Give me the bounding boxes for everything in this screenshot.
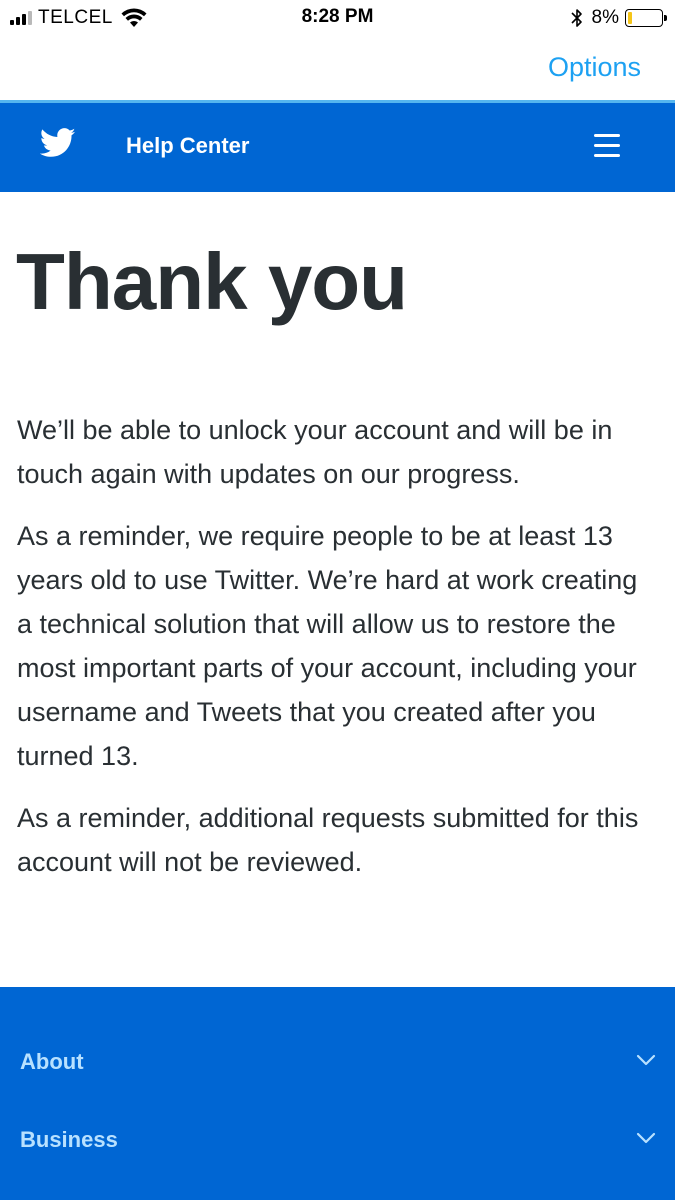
options-button[interactable]: Options xyxy=(548,52,641,83)
hamburger-menu-icon[interactable] xyxy=(592,132,622,160)
status-bar: TELCEL 8:28 PM 8% xyxy=(0,0,675,36)
paragraph-unlock: We’ll be able to unlock your account and… xyxy=(17,415,613,489)
paragraph-age-reminder: As a reminder, we require people to be a… xyxy=(17,521,638,771)
footer-label-business: Business xyxy=(20,1127,118,1152)
message-body: We’ll be able to unlock your account and… xyxy=(17,408,657,902)
battery-icon xyxy=(625,9,667,27)
twitter-bird-icon[interactable] xyxy=(40,127,76,159)
battery-level xyxy=(628,12,632,24)
chevron-down-icon xyxy=(636,1132,656,1144)
chevron-down-icon xyxy=(636,1054,656,1066)
paragraph-no-review: As a reminder, additional requests submi… xyxy=(17,803,639,877)
battery-percent: 8% xyxy=(591,7,619,28)
help-center-header: Help Center xyxy=(0,103,675,192)
footer: About Business xyxy=(0,987,675,1200)
status-right: 8% xyxy=(570,6,667,30)
options-bar: Options xyxy=(0,36,675,100)
page-title: Thank you xyxy=(16,237,408,326)
footer-label-about: About xyxy=(20,1049,84,1074)
footer-item-business[interactable]: Business xyxy=(0,1111,675,1171)
header-title[interactable]: Help Center xyxy=(126,133,249,159)
bluetooth-icon xyxy=(570,9,582,27)
footer-item-about[interactable]: About xyxy=(0,1033,675,1093)
